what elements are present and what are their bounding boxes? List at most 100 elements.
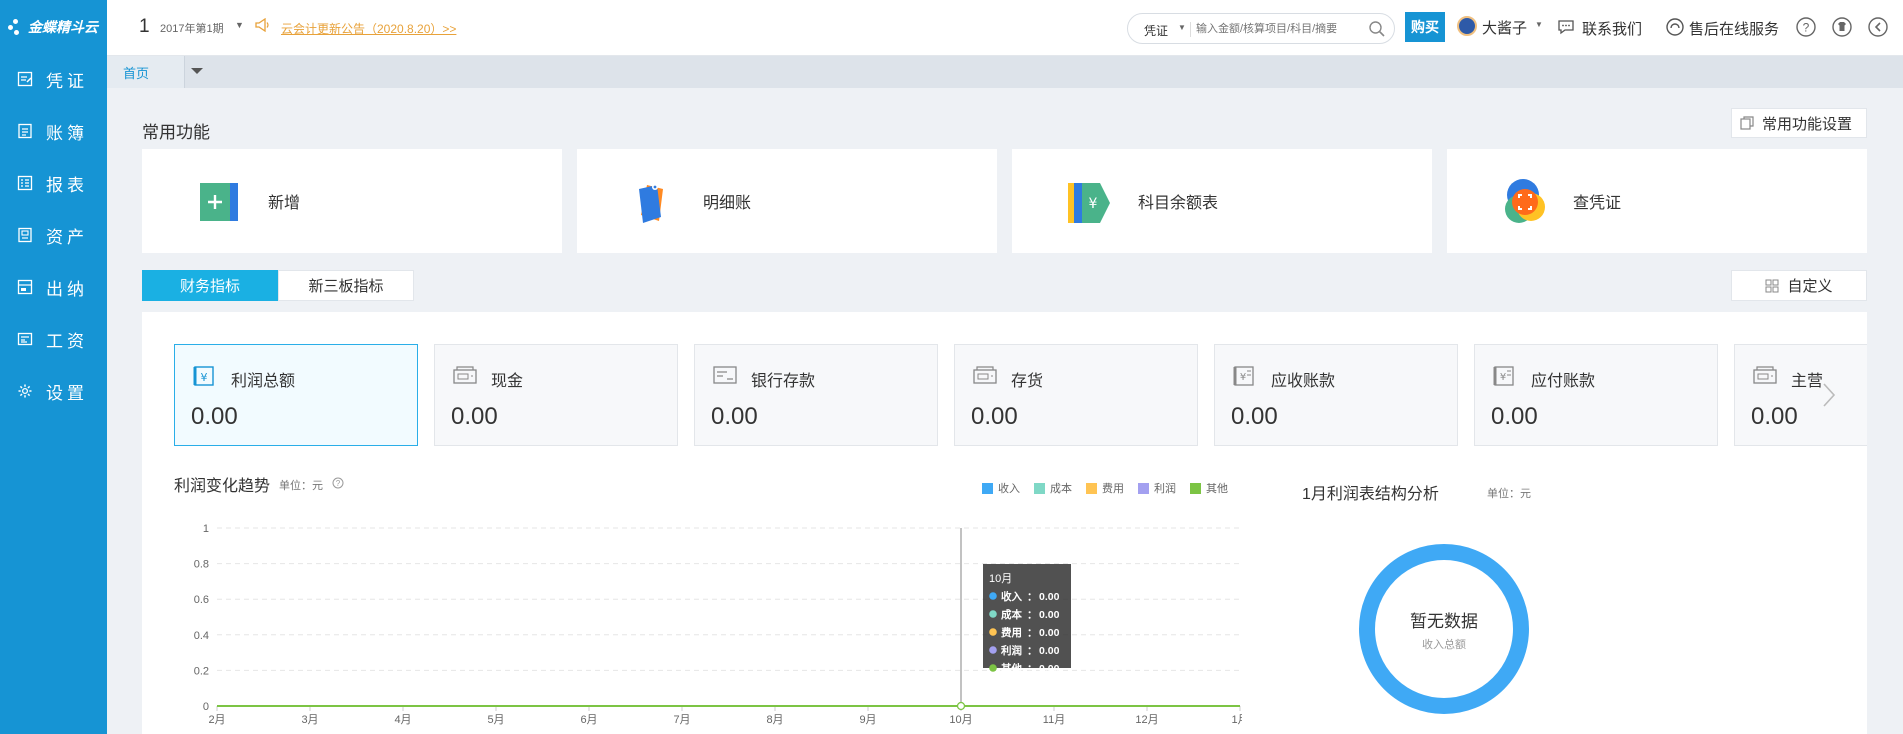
indicator-card[interactable]: 存货 0.00 [954,344,1198,446]
svg-text:¥: ¥ [1240,372,1246,383]
sidebar-item-report[interactable]: 报表 [0,157,107,209]
legend-label: 收入 [998,483,1020,495]
sidebar-item-ledger[interactable]: 账簿 [0,105,107,157]
sidebar-item-label: 出纳 [46,279,88,299]
ledger-icon [16,122,34,140]
legend-swatch [1034,482,1045,494]
shirt-icon[interactable] [1831,16,1853,43]
indicator-name: 银行存款 [751,373,816,390]
tab-neeq-indicators[interactable]: 新三板指标 [278,270,414,301]
cashier-icon [16,278,34,296]
logout-icon[interactable] [1867,16,1889,43]
legend-label: 其他 [1206,483,1228,495]
svg-text:¥: ¥ [201,371,208,384]
notice-link[interactable]: 云会计更新公告（2020.8.20）>> [281,20,456,37]
sidebar-item-gear[interactable]: 设置 [0,365,107,417]
search-type-selector[interactable]: 凭证 [1144,22,1168,39]
indicator-value: 0.00 [1491,403,1538,430]
report-icon [16,174,34,192]
help-icon[interactable]: ? [1795,16,1817,43]
help-icon[interactable]: ? [332,476,344,494]
online-service-link[interactable]: 售后在线服务 [1689,18,1779,39]
indicator-value: 0.00 [191,403,238,430]
indicator-value: 0.00 [451,403,498,430]
x-tick-label: 8月 [766,714,783,726]
y-tick-label: 0.8 [194,559,209,571]
tooltip-value: 0.00 [1039,609,1060,621]
sidebar-item-asset[interactable]: 资产 [0,209,107,261]
avatar[interactable] [1457,16,1477,36]
indicator-card[interactable]: ¥ 应付账款 0.00 [1474,344,1718,446]
y-tick-label: 0.6 [194,594,209,606]
chevron-down-icon[interactable]: ▼ [1178,23,1186,32]
indicator-card[interactable]: 主营 0.00 [1734,344,1867,446]
indicator-value: 0.00 [1751,403,1798,430]
tooltip-label: 利润 [1001,644,1022,657]
sidebar-item-label: 报表 [46,175,88,195]
x-tick-label: 12月 [1135,714,1158,726]
tab-home[interactable]: 首页 [107,56,185,88]
func-card-detail-ledger[interactable]: 明细账 [577,149,997,253]
sidebar-item-cashier[interactable]: 出纳 [0,261,107,313]
indicator-card[interactable]: ¥ 应收账款 0.00 [1214,344,1458,446]
indicator-value: 0.00 [1231,403,1278,430]
chevron-down-icon[interactable]: ▼ [1535,20,1543,29]
func-card-search-voucher[interactable]: 查凭证 [1447,149,1867,253]
indicator-card[interactable]: 银行存款 0.00 [694,344,938,446]
x-tick-label: 9月 [859,714,876,726]
structure-donut: 暂无数据 收入总额 [1359,544,1529,714]
tooltip-value: 0.00 [1039,591,1060,603]
chat-icon[interactable] [1557,18,1575,41]
legend-item[interactable]: 收入 [982,480,1020,496]
chevron-right-icon[interactable] [1822,382,1836,413]
tooltip-dot [989,664,997,672]
indicator-name: 应收账款 [1271,373,1336,390]
func-card-add[interactable]: 新增 [142,149,562,253]
buy-button[interactable]: 购买 [1405,12,1445,42]
search-icon[interactable] [1368,20,1386,43]
trend-unit: 单位：元 [279,480,323,492]
func-card-balance-sheet[interactable]: ¥ 科目余额表 [1012,149,1432,253]
headset-icon[interactable] [1665,17,1685,42]
indicator-card[interactable]: 现金 0.00 [434,344,678,446]
x-tick-label: 4月 [394,714,411,726]
chevron-down-icon[interactable] [191,68,203,74]
customize-button[interactable]: 自定义 [1731,270,1867,301]
salary-icon [16,330,34,348]
common-function-settings-button[interactable]: 常用功能设置 [1731,108,1867,138]
x-tick-label: 7月 [673,714,690,726]
indicator-value: 0.00 [711,403,758,430]
sidebar-item-voucher[interactable]: 凭证 [0,53,107,105]
func-card-label: 科目余额表 [1138,195,1219,212]
y-tick-label: 0.4 [194,630,209,642]
contact-us-link[interactable]: 联系我们 [1582,18,1642,39]
indicator-name: 利润总额 [231,373,296,390]
legend-label: 费用 [1102,483,1124,495]
legend-item[interactable]: 费用 [1086,480,1124,496]
period-selector[interactable]: 2017年第1期 [160,20,224,36]
tooltip-dot [989,646,997,654]
sidebar-item-salary[interactable]: 工资 [0,313,107,365]
legend-item[interactable]: 其他 [1190,480,1228,496]
indicator-name: 主营 [1791,373,1824,390]
legend-swatch [1086,482,1097,494]
user-name[interactable]: 大酱子 [1482,17,1527,38]
tooltip-label: 收入 [1001,590,1022,603]
tab-financial-indicators[interactable]: 财务指标 [142,270,278,301]
legend-item[interactable]: 利润 [1138,480,1176,496]
app-logo[interactable]: 金蝶精斗云 [0,0,107,53]
legend-item[interactable]: 成本 [1034,480,1072,496]
chevron-down-icon[interactable]: ▼ [235,20,244,30]
legend-label: 成本 [1050,483,1072,495]
section-title: 常用功能 [142,123,210,142]
account-icon [453,365,477,390]
account-icon [713,365,737,390]
indicator-card[interactable]: ¥ 利润总额 0.00 [174,344,418,446]
x-tick-label: 5月 [487,714,504,726]
search-box: 凭证 ▼ [1127,13,1395,44]
sidebar-item-label: 账簿 [46,123,88,143]
y-tick-label: 1 [203,523,209,535]
gear-icon [16,382,34,400]
x-tick-label: 1月 [1231,714,1242,726]
search-input[interactable] [1196,20,1362,38]
